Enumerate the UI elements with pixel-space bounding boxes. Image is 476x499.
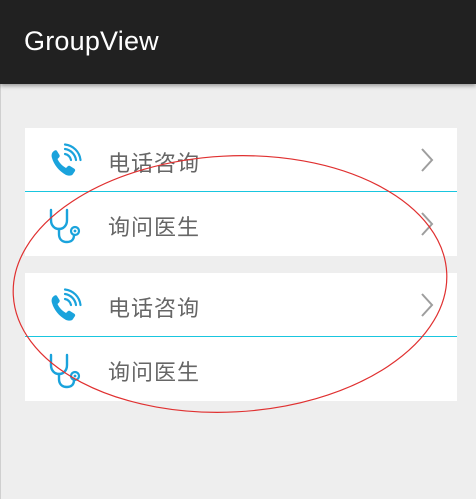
chevron-right-icon xyxy=(421,148,434,172)
phone-icon xyxy=(51,288,82,321)
list-item-ask-doctor[interactable]: 询问医生 xyxy=(25,337,457,401)
phone-icon xyxy=(51,143,82,176)
stethoscope-icon xyxy=(49,208,81,244)
list-item-label: 询问医生 xyxy=(108,361,201,386)
list-group-2: 电话咨询 询问医生 xyxy=(25,273,457,401)
list-item-phone-consult[interactable]: 电话咨询 xyxy=(25,273,457,337)
chevron-right-icon xyxy=(421,293,434,317)
list-item-phone-consult[interactable]: 电话咨询 xyxy=(25,128,457,192)
app-title: GroupView xyxy=(24,26,159,56)
list-item-label: 询问医生 xyxy=(108,216,201,241)
app-bar: GroupView xyxy=(0,0,476,84)
list-group-1: 电话咨询 询问医生 xyxy=(25,128,457,256)
list-item-ask-doctor[interactable]: 询问医生 xyxy=(25,192,457,256)
list-item-label: 电话咨询 xyxy=(108,297,201,322)
stethoscope-icon xyxy=(49,353,81,389)
list-item-label: 电话咨询 xyxy=(108,152,201,177)
chevron-right-icon xyxy=(421,212,434,236)
